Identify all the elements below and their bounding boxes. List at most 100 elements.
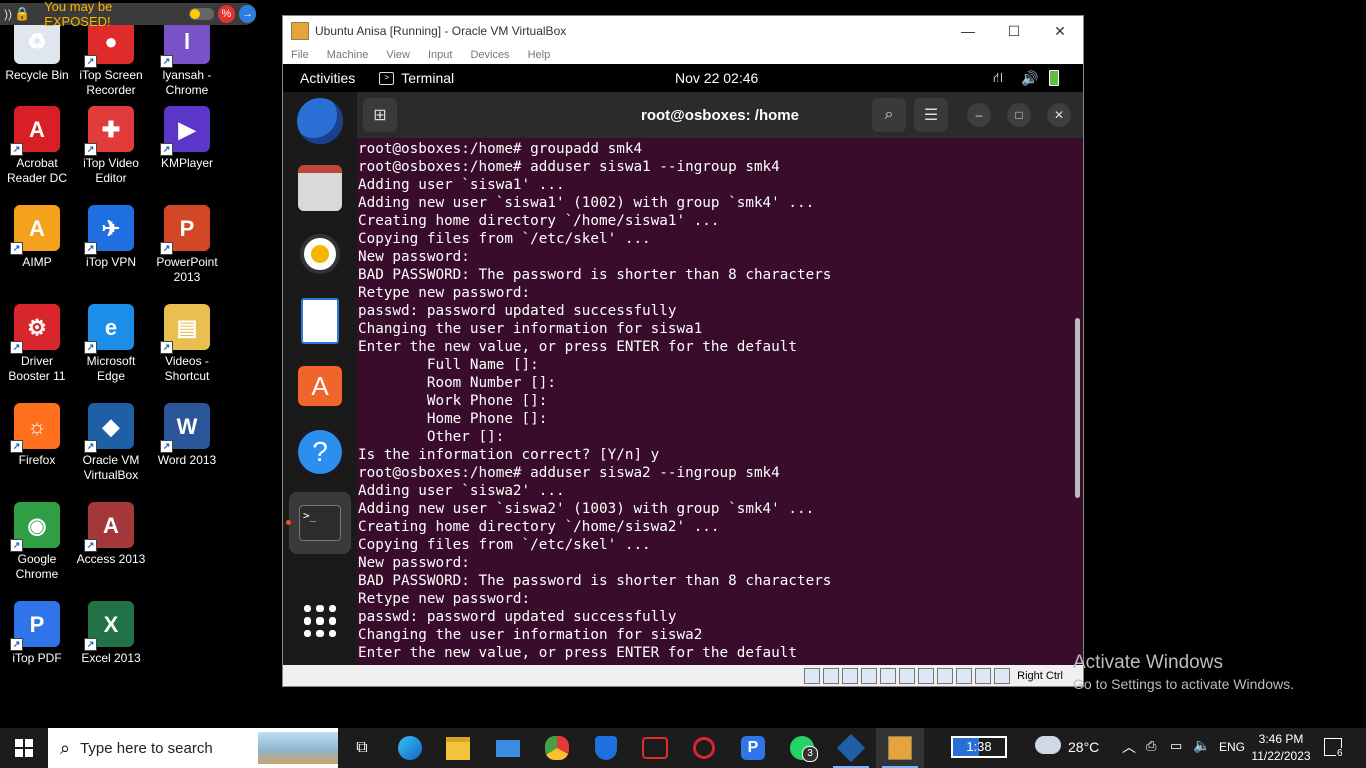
chrome-taskbar-icon[interactable]	[533, 728, 581, 768]
mouse-integration-icon[interactable]	[975, 667, 992, 684]
clock-area[interactable]: 3:46 PM 11/22/2023	[1248, 731, 1314, 765]
search-button[interactable]: ⌕	[872, 98, 906, 132]
desktop-icon-acrobat-reader-dc[interactable]: A ↗ Acrobat Reader DC	[0, 106, 75, 186]
terminal-line: Retype new password:	[358, 591, 531, 607]
desktop-icon-itop-video-editor[interactable]: ✚ ↗ iTop Video Editor	[73, 106, 149, 186]
shared-folders-icon[interactable]	[899, 667, 916, 684]
menu-help[interactable]: Help	[528, 49, 551, 61]
network-tray-icon[interactable]: ▭	[1170, 738, 1182, 754]
maximize-button[interactable]: ☐	[991, 16, 1037, 46]
libreoffice-writer-icon[interactable]	[296, 297, 344, 345]
new-tab-button[interactable]: ⊞	[363, 98, 397, 132]
shortcut-arrow-icon: ↗	[10, 440, 23, 453]
desktop-icon-microsoft-edge[interactable]: e ↗ Microsoft Edge	[73, 304, 149, 384]
toggle-icon[interactable]	[189, 8, 214, 20]
network-icon[interactable]: ⛙	[993, 69, 1003, 88]
itop-vpn-taskbar-icon[interactable]	[582, 728, 630, 768]
power-battery-icon[interactable]	[1049, 70, 1059, 86]
whatsapp-taskbar-icon[interactable]: 3	[778, 728, 826, 768]
percent-icon[interactable]: %	[217, 5, 235, 23]
itop-recorder-taskbar-icon[interactable]	[631, 728, 679, 768]
desktop-icon-aimp[interactable]: A ↗ AIMP	[0, 205, 75, 270]
desktop-icon-powerpoint-2013[interactable]: P ↗ PowerPoint 2013	[149, 205, 225, 285]
shortcut-arrow-icon: ↗	[10, 143, 23, 156]
keyboard-icon[interactable]	[994, 667, 1011, 684]
video-capture-icon[interactable]	[937, 667, 954, 684]
terminal-app-menu[interactable]: Terminal	[401, 70, 454, 86]
display-icon[interactable]	[918, 667, 935, 684]
desktop-icon-label: Acrobat Reader DC	[6, 156, 68, 185]
menu-devices[interactable]: Devices	[470, 49, 509, 61]
show-apps-icon[interactable]	[296, 597, 344, 645]
desktop-icon-itop-pdf[interactable]: P ↗ iTop PDF	[0, 601, 75, 666]
desktop-icon-lyansah-chrome[interactable]: l ↗ lyansah - Chrome	[149, 18, 225, 98]
activities-button[interactable]: Activities	[300, 70, 355, 86]
terminal-close-button[interactable]: ✕	[1047, 103, 1071, 127]
forward-arrow-icon[interactable]: →	[238, 5, 256, 23]
language-indicator[interactable]: ENG	[1219, 740, 1245, 754]
help-icon[interactable]: ?	[296, 428, 344, 476]
weather-icon[interactable]	[1035, 736, 1061, 754]
terminal-headerbar[interactable]: ⊞ root@osboxes: /home ⌕ ☰ – □ ✕	[357, 92, 1083, 138]
network-adapter-icon[interactable]	[861, 667, 878, 684]
exposed-warning-bar[interactable]: )) 🔒 You may be EXPOSED! % →	[0, 0, 256, 29]
desktop-icon-videos-shortcut[interactable]: ▤ ↗ Videos - Shortcut	[149, 304, 225, 384]
desktop-icon-driver-booster-11[interactable]: ⚙ ↗ Driver Booster 11	[0, 304, 75, 384]
driver-booster-taskbar-icon[interactable]	[680, 728, 728, 768]
audio-icon[interactable]	[842, 667, 859, 684]
desktop-icon-firefox[interactable]: ☼ ↗ Firefox	[0, 403, 75, 468]
optical-drive-icon[interactable]	[823, 667, 840, 684]
desktop-icon-word-2013[interactable]: W ↗ Word 2013	[149, 403, 225, 468]
desktop-icon-oracle-vm-virtualbox[interactable]: ◆ ↗ Oracle VM VirtualBox	[73, 403, 149, 483]
edge-taskbar-icon[interactable]	[386, 728, 434, 768]
hdd-icon[interactable]	[804, 667, 821, 684]
task-view-icon[interactable]: ⧉	[338, 728, 386, 768]
thunderbird-icon[interactable]	[296, 97, 344, 145]
desktop-icon-itop-screen-recorder[interactable]: ● ↗ iTop Screen Recorder	[73, 18, 149, 98]
desktop-icon-kmplayer[interactable]: ▶ ↗ KMPlayer	[149, 106, 225, 171]
cpu-icon[interactable]	[956, 667, 973, 684]
terminal-line: New password:	[358, 555, 470, 571]
close-button[interactable]: ✕	[1037, 16, 1083, 46]
desktop-icon-google-chrome[interactable]: ◉ ↗ Google Chrome	[0, 502, 75, 582]
itop-pdf-taskbar-icon[interactable]: P	[729, 728, 777, 768]
desktop-icon-itop-vpn[interactable]: ✈ ↗ iTop VPN	[73, 205, 149, 270]
terminal-minimize-button[interactable]: –	[967, 103, 991, 127]
temperature[interactable]: 28°C	[1068, 739, 1099, 755]
terminal-line: Home Phone []:	[358, 411, 548, 427]
desktop-icon-access-2013[interactable]: A ↗ Access 2013	[73, 502, 149, 567]
window-titlebar[interactable]: Ubuntu Anisa [Running] - Oracle VM Virtu…	[283, 16, 1083, 46]
terminal-line: Creating home directory `/home/siswa1' .…	[358, 213, 720, 229]
hamburger-menu-button[interactable]: ☰	[914, 98, 948, 132]
clock[interactable]: Nov 22 02:46	[675, 70, 758, 86]
vm-window-taskbar-icon[interactable]	[876, 728, 924, 768]
guest-screen[interactable]: Activities > Terminal Nov 22 02:46 ⛙ 🔊 A…	[283, 64, 1083, 665]
files-icon[interactable]	[296, 164, 344, 212]
menu-view[interactable]: View	[386, 49, 410, 61]
rhythmbox-icon[interactable]	[296, 230, 344, 278]
mail-taskbar-icon[interactable]	[484, 728, 532, 768]
minimize-button[interactable]: —	[945, 16, 991, 46]
taskbar-search-box[interactable]: ⌕ Type here to search	[48, 728, 338, 768]
menu-machine[interactable]: Machine	[327, 49, 369, 61]
file-explorer-taskbar-icon[interactable]	[434, 728, 482, 768]
software-center-icon[interactable]: A	[296, 362, 344, 410]
terminal-output[interactable]: root@osboxes:/home# groupadd smk4 root@os…	[357, 138, 1083, 662]
terminal-window[interactable]: ⊞ root@osboxes: /home ⌕ ☰ – □ ✕ root@osb…	[357, 92, 1083, 665]
battery-widget[interactable]: 1:38	[951, 736, 1007, 758]
menu-input[interactable]: Input	[428, 49, 452, 61]
terminal-maximize-button[interactable]: □	[1007, 103, 1031, 127]
volume-icon[interactable]: 🔊	[1021, 70, 1038, 87]
terminal-scrollbar[interactable]	[1075, 318, 1080, 498]
start-button[interactable]	[0, 728, 48, 768]
volume-tray-icon[interactable]: 🔈	[1193, 737, 1210, 754]
usb-icon[interactable]	[880, 667, 897, 684]
menu-file[interactable]: File	[291, 49, 309, 61]
show-hidden-icons-chevron-icon[interactable]: ︿	[1122, 737, 1136, 757]
desktop-icon-label: Excel 2013	[81, 651, 141, 665]
virtualbox-window[interactable]: Ubuntu Anisa [Running] - Oracle VM Virtu…	[282, 15, 1084, 687]
desktop-icon-excel-2013[interactable]: X ↗ Excel 2013	[73, 601, 149, 666]
device-icon[interactable]: ⎙	[1146, 738, 1156, 754]
terminal-dock-icon[interactable]: >_	[296, 499, 344, 547]
virtualbox-taskbar-icon[interactable]	[827, 728, 875, 768]
